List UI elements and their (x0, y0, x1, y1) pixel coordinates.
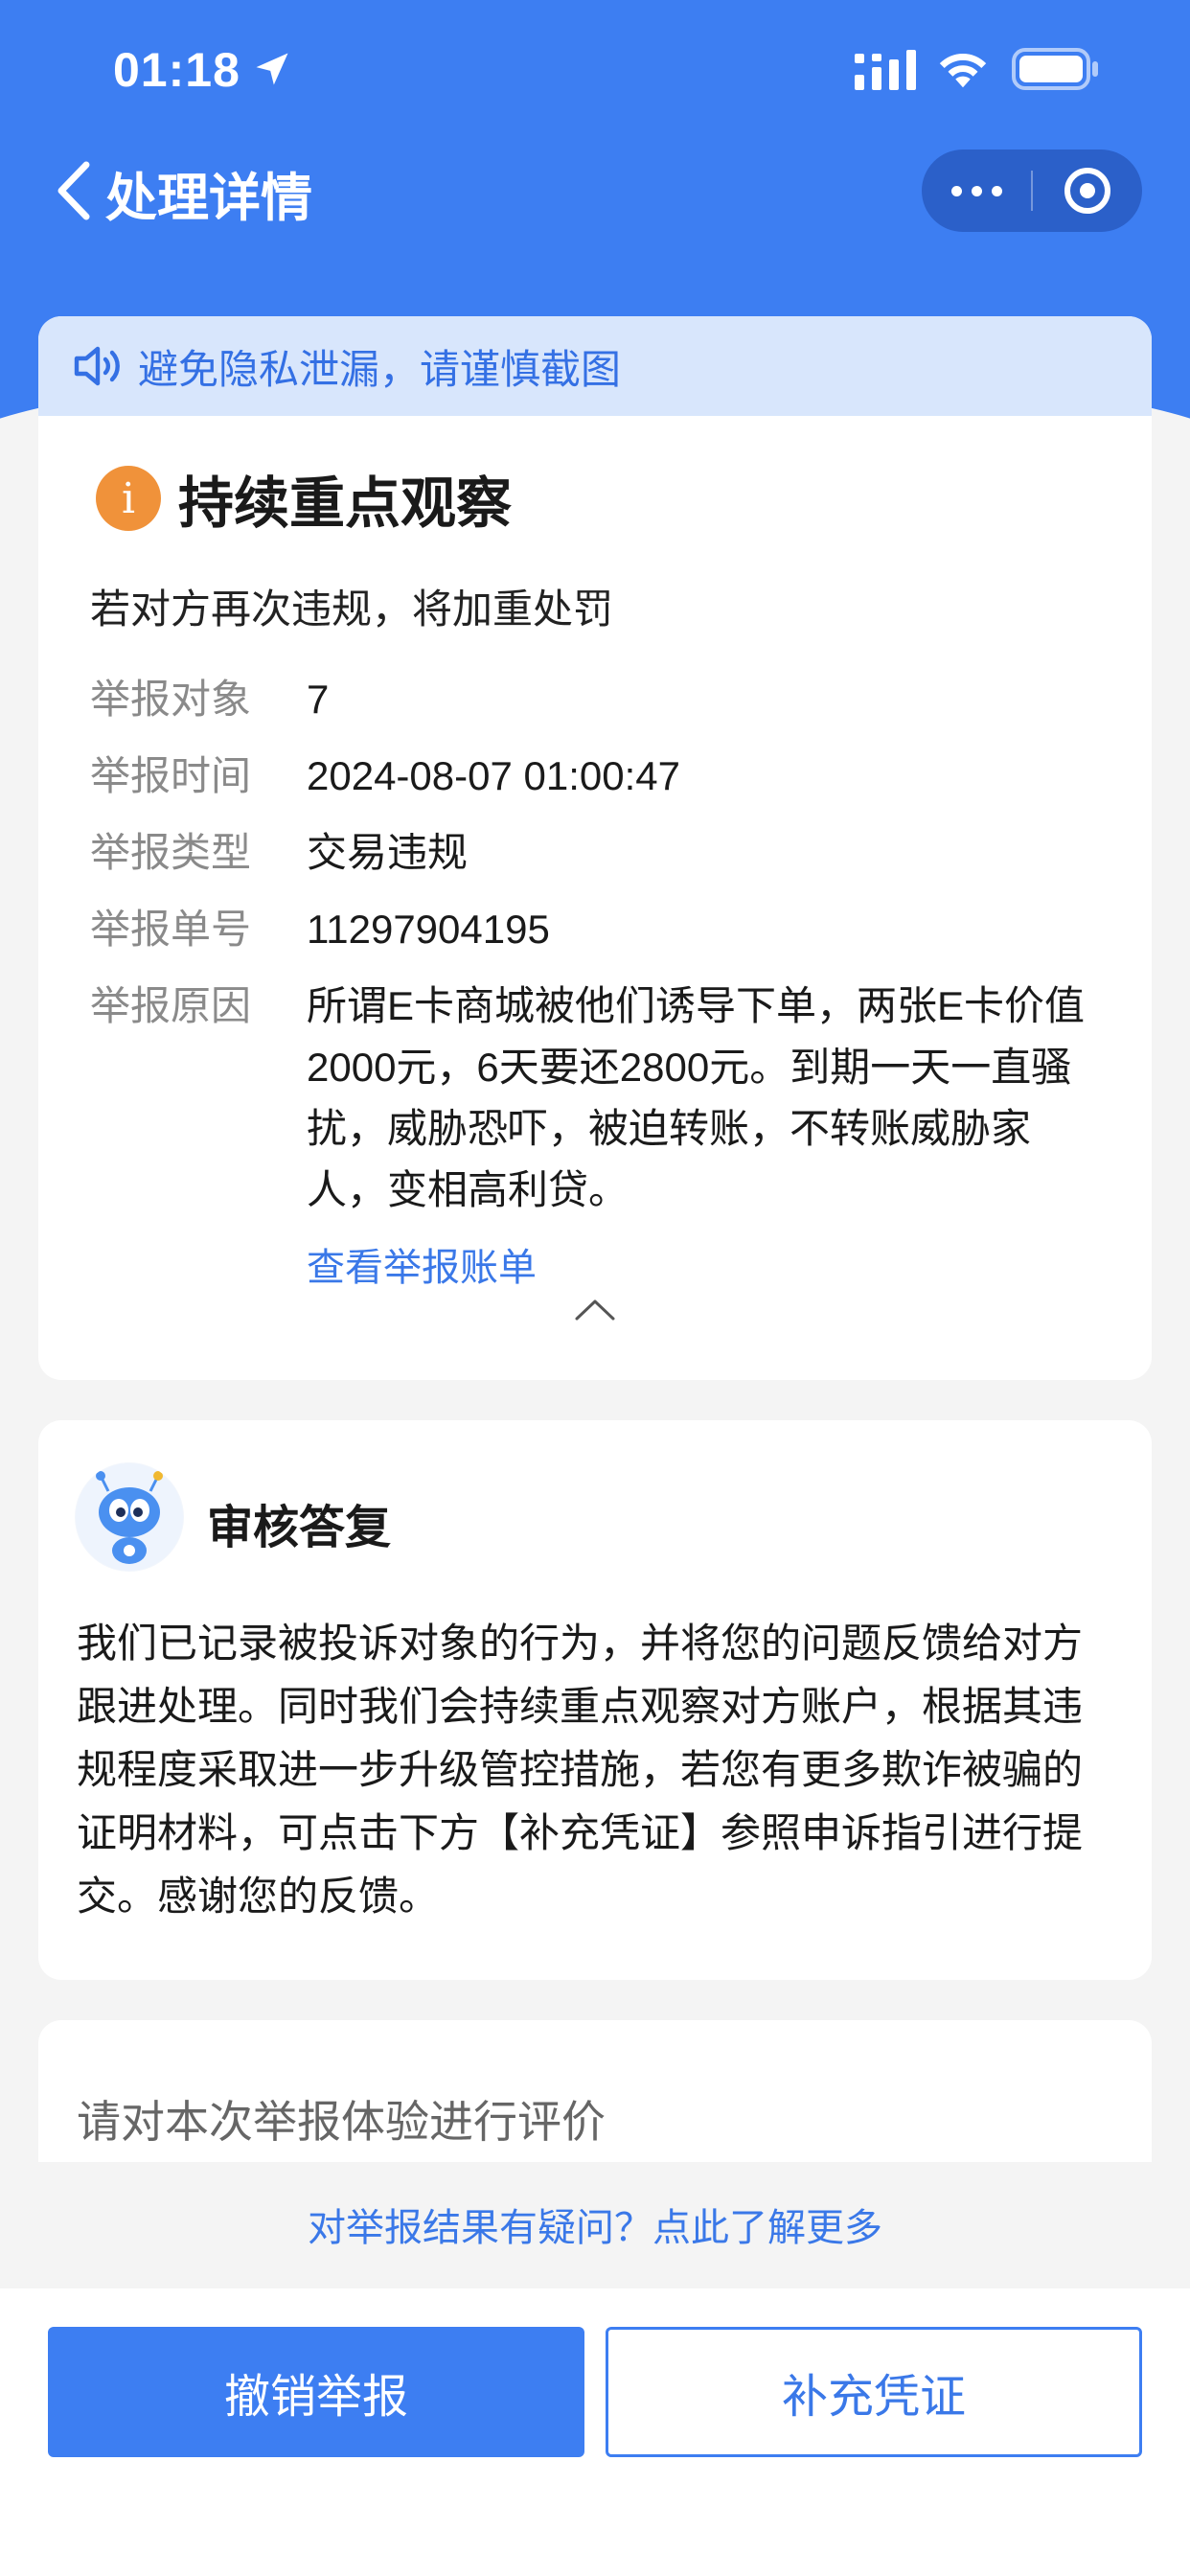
info-label: 举报原因 (90, 982, 252, 1029)
info-value: 2024-08-07 01:00:47 (307, 753, 680, 798)
privacy-text: 避免隐私泄漏，请谨慎截图 (138, 345, 622, 393)
supplement-evidence-button[interactable]: 补充凭证 (606, 2327, 1142, 2457)
status-subtitle: 若对方再次违规，将加重处罚 (90, 586, 614, 632)
status-row: i 持续重点观察 (96, 458, 512, 539)
info-value: 所谓E卡商城被他们诱导下单，两张E卡价值2000元，6天要还2800元。到期一天… (307, 983, 1086, 1212)
speaker-icon (74, 346, 120, 386)
rating-card[interactable]: 请对本次举报体验进行评价 (38, 2020, 1152, 2164)
report-detail-card: 避免隐私泄漏，请谨慎截图 i 持续重点观察 若对方再次违规，将加重处罚 举报对象… (38, 316, 1152, 1380)
info-value: 交易违规 (307, 830, 469, 875)
status-bar: 01:18 (0, 0, 1190, 144)
chevron-left-icon[interactable] (52, 159, 94, 222)
battery-icon (1012, 48, 1098, 90)
more-dots-icon[interactable] (922, 150, 1031, 232)
reply-body: 我们已记录被投诉对象的行为，并将您的问题反馈给对方跟进处理。同时我们会持续重点观… (77, 1620, 1084, 1920)
report-row-type: 举报类型 交易违规 (90, 822, 1106, 884)
miniprogram-capsule (922, 150, 1142, 232)
info-icon: i (96, 466, 161, 531)
rating-prompt: 请对本次举报体验进行评价 (77, 2096, 606, 2148)
report-row-time: 举报时间 2024-08-07 01:00:47 (90, 746, 1106, 807)
target-close-icon[interactable] (1033, 150, 1142, 232)
info-value: 11297904195 (307, 907, 550, 952)
report-row-target: 举报对象 7 (90, 669, 1106, 730)
info-value: 7 (307, 677, 330, 722)
signal-icon (855, 50, 916, 90)
status-title: 持续重点观察 (178, 471, 513, 536)
view-bill-link[interactable]: 查看举报账单 (307, 1236, 537, 1292)
status-time: 01:18 (113, 43, 240, 97)
info-label: 举报单号 (90, 906, 252, 953)
wifi-icon (939, 54, 987, 88)
info-label: 举报时间 (90, 752, 252, 799)
page-title: 处理详情 (105, 168, 312, 228)
report-row-number: 举报单号 11297904195 (90, 899, 1106, 960)
robot-mascot-avatar (75, 1462, 184, 1572)
review-reply-card: 审核答复 我们已记录被投诉对象的行为，并将您的问题反馈给对方跟进处理。同时我们会… (38, 1420, 1152, 1980)
revoke-report-button[interactable]: 撤销举报 (48, 2327, 584, 2457)
question-link[interactable]: 对举报结果有疑问？点此了解更多 (0, 2196, 1190, 2252)
reply-title: 审核答复 (207, 1501, 392, 1554)
location-arrow-icon (256, 53, 288, 85)
info-label: 举报对象 (90, 676, 252, 723)
info-label: 举报类型 (90, 829, 252, 876)
report-info-list: 举报对象 7 举报时间 2024-08-07 01:00:47 举报类型 交易违… (90, 669, 1106, 1236)
privacy-banner: 避免隐私泄漏，请谨慎截图 (38, 316, 1152, 416)
report-row-reason: 举报原因 所谓E卡商城被他们诱导下单，两张E卡价值2000元，6天要还2800元… (90, 976, 1106, 1221)
chevron-up-icon[interactable] (571, 1294, 619, 1324)
